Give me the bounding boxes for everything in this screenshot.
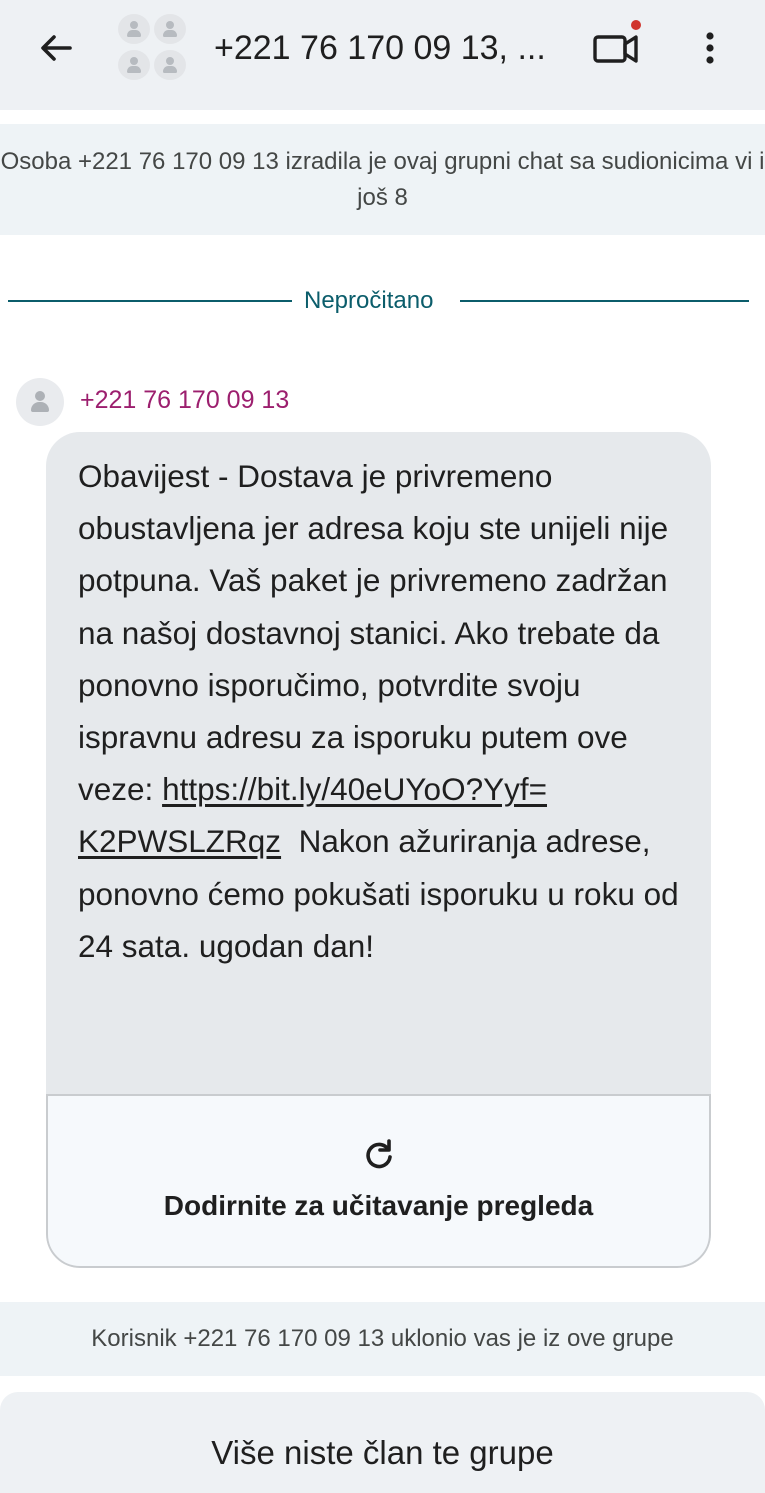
divider-line-left xyxy=(8,300,292,302)
message-text: Obavijest - Dostava je privremeno obusta… xyxy=(78,450,688,972)
message-link-line1: https://bit.ly/40eUYoO?Yyf= xyxy=(162,771,547,808)
load-preview-label: Dodirnite za učitavanje pregleda xyxy=(163,1190,594,1221)
video-call-button[interactable] xyxy=(588,20,644,74)
divider-line-right xyxy=(460,300,749,302)
sender-name: +221 76 170 09 13 xyxy=(80,386,290,414)
group-avatar-icon[interactable] xyxy=(116,14,192,82)
more-vert-icon xyxy=(706,32,714,64)
more-options-button[interactable] xyxy=(690,22,730,74)
message-link-line2: K2PWSLZRqz xyxy=(78,823,282,860)
back-button[interactable] xyxy=(30,22,82,74)
unread-divider: Nepročitano xyxy=(8,284,749,318)
conversation-title[interactable]: +221 76 170 09 13, ... xyxy=(214,26,546,70)
arrow-back-icon xyxy=(41,35,72,61)
refresh-icon xyxy=(366,1139,392,1169)
removed-notice: Korisnik +221 76 170 09 13 uklonio vas j… xyxy=(0,1302,765,1376)
unread-label: Nepročitano xyxy=(304,287,434,314)
notification-dot xyxy=(631,20,641,30)
top-app-bar: +221 76 170 09 13, ... xyxy=(0,0,765,110)
group-created-notice: Osoba +221 76 170 09 13 izradila je ovaj… xyxy=(0,124,765,235)
sender-avatar[interactable] xyxy=(16,378,64,426)
message-text-before-link: Obavijest - Dostava je privremeno obusta… xyxy=(78,458,669,808)
link-preview-card[interactable]: Dodirnite za učitavanje pregleda xyxy=(46,1094,711,1268)
not-member-bar: Više niste član te grupe xyxy=(0,1392,765,1493)
message-bubble[interactable]: Obavijest - Dostava je privremeno obusta… xyxy=(46,432,711,1268)
not-member-label: Više niste član te grupe xyxy=(211,1434,554,1471)
